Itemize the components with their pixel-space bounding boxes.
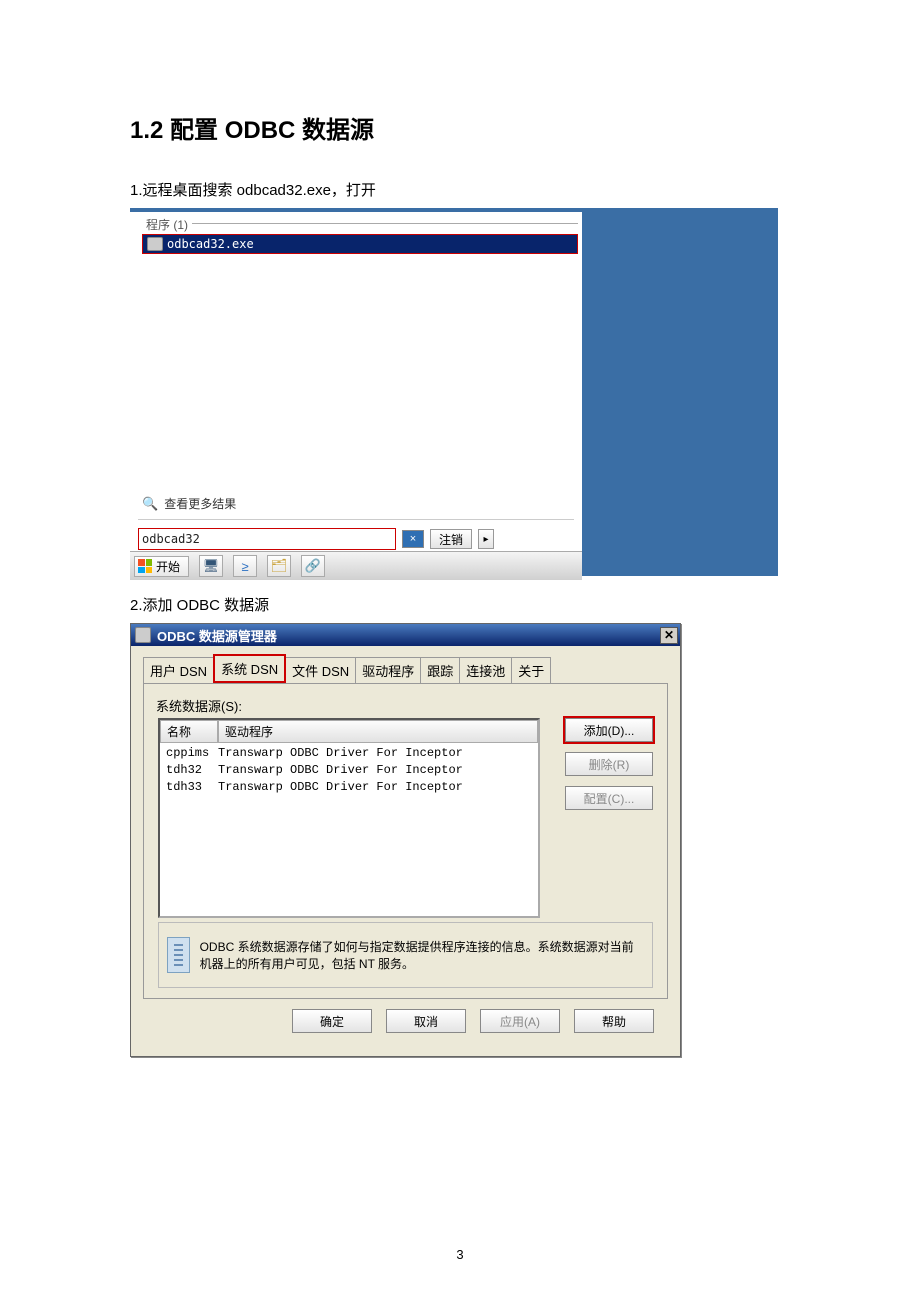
tab-panel: 系统数据源(S): 名称 驱动程序 cppims Transwarp ODBC … [143, 683, 668, 999]
dsn-driver: Transwarp ODBC Driver For Inceptor [218, 745, 532, 762]
close-icon[interactable]: ✕ [660, 627, 678, 644]
dsn-driver: Transwarp ODBC Driver For Inceptor [218, 762, 532, 779]
info-text: ODBC 系统数据源存储了如何与指定数据提供程序连接的信息。系统数据源对当前机器… [200, 938, 644, 972]
odbc-admin-dialog: ODBC 数据源管理器 ✕ 用户 DSN 系统 DSN 文件 DSN 驱动程序 … [130, 623, 681, 1057]
system-dsn-label: 系统数据源(S): [156, 696, 655, 715]
info-box: ODBC 系统数据源存储了如何与指定数据提供程序连接的信息。系统数据源对当前机器… [158, 922, 653, 988]
taskbar: 开始 🖥 ≥ 🗂 🔗 [130, 551, 582, 580]
add-button[interactable]: 添加(D)... [565, 718, 653, 742]
taskbar-icon-network[interactable]: 🔗 [301, 555, 325, 577]
cancel-button[interactable]: 取消 [386, 1009, 466, 1033]
ok-button[interactable]: 确定 [292, 1009, 372, 1033]
apply-button[interactable]: 应用(A) [480, 1009, 560, 1033]
search-input[interactable]: odbcad32 [138, 528, 396, 550]
logout-dropdown-arrow[interactable]: ▸ [478, 529, 494, 549]
taskbar-icon-server[interactable]: 🖥 [199, 555, 223, 577]
start-button[interactable]: 开始 [134, 556, 189, 577]
configure-button[interactable]: 配置(C)... [565, 786, 653, 810]
divider [138, 519, 574, 520]
search-result-label: odbcad32.exe [167, 237, 254, 251]
step-1-text: 1.远程桌面搜索 odbcad32.exe，打开 [130, 179, 790, 200]
clear-button[interactable]: × [402, 530, 424, 548]
col-header-name[interactable]: 名称 [160, 720, 218, 743]
dsn-driver: Transwarp ODBC Driver For Inceptor [218, 779, 532, 796]
start-label: 开始 [156, 558, 180, 575]
tab-user-dsn[interactable]: 用户 DSN [143, 657, 214, 683]
section-heading: 1.2 配置 ODBC 数据源 [130, 110, 790, 145]
delete-button[interactable]: 删除(R) [565, 752, 653, 776]
dialog-title: ODBC 数据源管理器 [157, 626, 277, 645]
search-input-value: odbcad32 [142, 532, 200, 546]
search-result-odbcad32[interactable]: odbcad32.exe [142, 234, 578, 254]
taskbar-icon-powershell[interactable]: ≥ [233, 555, 257, 577]
dsn-row[interactable]: tdh33 Transwarp ODBC Driver For Inceptor [166, 779, 532, 796]
see-more-results[interactable]: 🔍 查看更多结果 [142, 495, 236, 512]
logout-button[interactable]: 注销 [430, 529, 472, 549]
screenshot-search-panel: 程序 (1) odbcad32.exe 🔍 查看更多结果 odbcad32 × … [130, 208, 778, 576]
dsn-name: tdh33 [166, 779, 218, 796]
windows-logo-icon [138, 559, 152, 573]
tab-drivers[interactable]: 驱动程序 [355, 657, 421, 683]
dsn-listbox[interactable]: 名称 驱动程序 cppims Transwarp ODBC Driver For… [158, 718, 540, 918]
tabs-row: 用户 DSN 系统 DSN 文件 DSN 驱动程序 跟踪 连接池 关于 [143, 654, 668, 683]
taskbar-icon-explorer[interactable]: 🗂 [267, 555, 291, 577]
help-button[interactable]: 帮助 [574, 1009, 654, 1033]
tab-file-dsn[interactable]: 文件 DSN [285, 657, 356, 683]
step-2-text: 2.添加 ODBC 数据源 [130, 594, 790, 615]
divider [192, 223, 578, 224]
tab-about[interactable]: 关于 [511, 657, 551, 683]
page-number: 3 [0, 1247, 920, 1262]
tab-trace[interactable]: 跟踪 [420, 657, 460, 683]
dsn-row[interactable]: cppims Transwarp ODBC Driver For Incepto… [166, 745, 532, 762]
dsn-row[interactable]: tdh32 Transwarp ODBC Driver For Inceptor [166, 762, 532, 779]
exe-icon [147, 237, 163, 251]
programs-group-label: 程序 (1) [142, 216, 192, 233]
see-more-label: 查看更多结果 [164, 495, 236, 512]
dialog-titlebar: ODBC 数据源管理器 ✕ [131, 624, 680, 646]
tab-pool[interactable]: 连接池 [459, 657, 512, 683]
dsn-name: cppims [166, 745, 218, 762]
database-icon [167, 937, 190, 973]
dsn-name: tdh32 [166, 762, 218, 779]
tab-system-dsn[interactable]: 系统 DSN [213, 654, 286, 683]
odbc-icon [135, 627, 151, 643]
col-header-driver[interactable]: 驱动程序 [218, 720, 538, 743]
search-icon: 🔍 [142, 496, 158, 512]
